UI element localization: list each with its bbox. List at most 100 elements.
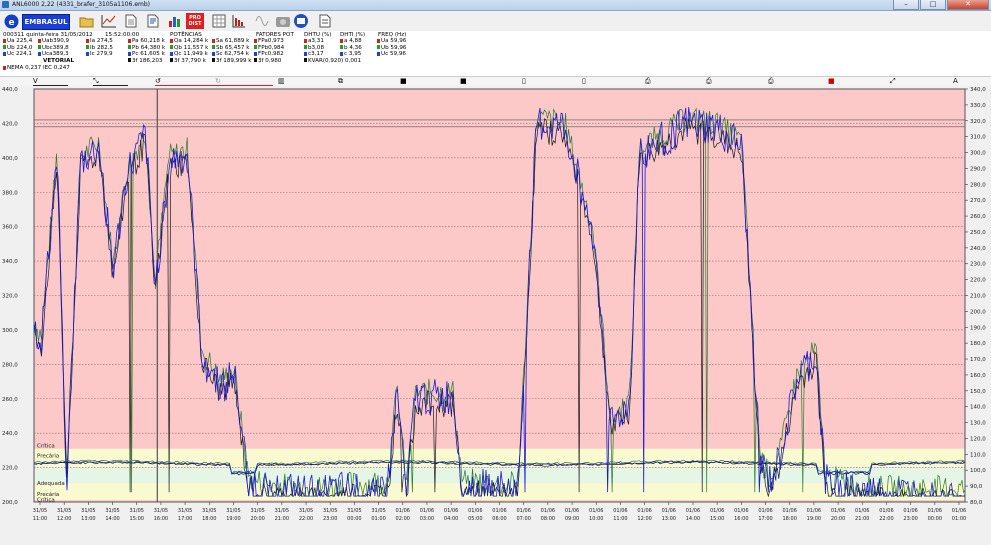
- marker-square-icon-2[interactable]: ■: [460, 77, 467, 86]
- x-time-label: 20:00: [250, 516, 264, 522]
- close-button[interactable]: ✕: [947, 0, 989, 10]
- prodist-button[interactable]: PRO DIST: [186, 13, 204, 29]
- vetorial-label: VETORIAL: [43, 57, 75, 64]
- current-axis-tab[interactable]: A: [953, 77, 958, 86]
- x-time-label: 12:00: [57, 516, 71, 522]
- x-time-label: 17:00: [178, 516, 192, 522]
- power-pa: Pa 60,218 k: [132, 38, 165, 45]
- printer-icon[interactable]: ⎙: [645, 77, 651, 86]
- marker-square-icon[interactable]: ■: [400, 77, 407, 86]
- table-icon[interactable]: [210, 13, 227, 29]
- pf-3f: 3f 0,980: [258, 57, 282, 64]
- camera-icon[interactable]: [274, 13, 291, 29]
- waveform-icon[interactable]: [254, 13, 271, 29]
- x-date-label: 01/06: [758, 508, 772, 514]
- printer-icon-3[interactable]: ⎙: [768, 77, 774, 86]
- x-time-label: 22:00: [879, 516, 893, 522]
- page-icon-2[interactable]: ▯: [582, 77, 586, 86]
- toolbar: e EMBRASUL PRO DIST: [0, 11, 991, 31]
- x-date-label: 01/06: [734, 508, 748, 514]
- y-right-tick-label: 170,0: [970, 357, 986, 363]
- x-date-label: 31/05: [57, 508, 71, 514]
- freq-uc: Uc 59,96: [381, 51, 406, 58]
- fatores-title: FATORES POT: [256, 32, 294, 38]
- x-date-label: 31/05: [130, 508, 144, 514]
- x-date-label: 01/06: [541, 508, 555, 514]
- x-time-label: 03:00: [420, 516, 434, 522]
- x-date-label: 01/06: [589, 508, 603, 514]
- zone-label: Crítica: [37, 443, 55, 450]
- x-date-label: 01/06: [516, 508, 530, 514]
- x-time-label: 13:00: [81, 516, 95, 522]
- x-time-label: 07:00: [516, 516, 530, 522]
- zoom-out-icon[interactable]: ⤢: [890, 77, 896, 86]
- x-time-label: 01:00: [371, 516, 385, 522]
- x-date-label: 31/05: [178, 508, 192, 514]
- x-date-label: 01/06: [831, 508, 845, 514]
- x-time-label: 09:00: [565, 516, 579, 522]
- chart-type-icon[interactable]: ▥: [278, 77, 285, 86]
- dhtu-title: DHTU (%): [304, 32, 332, 38]
- x-time-label: 12:00: [637, 516, 651, 522]
- chart-svg[interactable]: 440,0 420,0 400,0 380,0 360,0 340,0 320,0 300,0…: [0, 86, 991, 543]
- current-ic: Ic 279,9: [90, 51, 113, 58]
- y-left-tick-label: 200,0: [2, 500, 18, 506]
- reading-date: quinta-feira 31/05/2012: [26, 32, 93, 38]
- app-icon: [2, 1, 9, 8]
- help-icon[interactable]: [316, 13, 333, 29]
- x-time-label: 19:00: [226, 516, 240, 522]
- y-right-tick-label: 100,0: [970, 468, 986, 474]
- y-right-tick-label: 180,0: [970, 341, 986, 347]
- potencias-title: POTÊNCIAS: [170, 32, 202, 38]
- y-left-tick-label: 360,0: [2, 225, 18, 231]
- minimize-button[interactable]: –: [893, 0, 919, 10]
- freq-title: FREQ (Hz): [378, 32, 407, 38]
- x-time-label: 21:00: [855, 516, 869, 522]
- x-date-label: 31/05: [371, 508, 385, 514]
- y-left-tick-label: 220,0: [2, 466, 18, 472]
- voltage-uc: Uc 224,1: [7, 51, 32, 58]
- y-right-tick-label: 340,0: [970, 87, 986, 93]
- histogram-icon[interactable]: [230, 13, 247, 29]
- y-right-tick-label: 250,0: [970, 230, 986, 236]
- app-logo-icon[interactable]: e: [3, 13, 20, 29]
- y-right-tick-label: 290,0: [970, 166, 986, 172]
- bar-chart-icon[interactable]: [166, 13, 183, 29]
- y-left-tick-label: 320,0: [2, 294, 18, 300]
- report-icon[interactable]: [144, 13, 161, 29]
- x-time-label: 02:00: [396, 516, 410, 522]
- x-time-label: 13:00: [662, 516, 676, 522]
- current-ia: Ia 274,5: [90, 38, 113, 45]
- x-date-label: 01/06: [637, 508, 651, 514]
- x-time-label: 23:00: [323, 516, 337, 522]
- pf-a: FPa0,973: [258, 38, 284, 45]
- title-bar: ANL6000 2,22 (4331_brafer_3105a1106.emb)…: [0, 0, 991, 11]
- power-pb: Pb 64,380 k: [132, 44, 166, 51]
- voltage-chart[interactable]: 440,0 420,0 400,0 380,0 360,0 340,0 320,0 300,0…: [0, 86, 991, 543]
- print-icon[interactable]: [292, 13, 309, 29]
- document-icon[interactable]: [122, 13, 139, 29]
- window-title: ANL6000 2,22 (4331_brafer_3105a1106.emb): [12, 1, 151, 8]
- x-time-label: 11:00: [33, 516, 47, 522]
- record-icon[interactable]: ■: [828, 77, 835, 86]
- x-date-label: 31/05: [275, 508, 289, 514]
- y-left-tick-label: 300,0: [2, 328, 18, 334]
- reactive-q3f: 3f 37,790 k: [174, 57, 206, 64]
- x-time-label: 10:00: [589, 516, 603, 522]
- printer-icon-2[interactable]: ⎙: [706, 77, 712, 86]
- line-graph-icon[interactable]: [100, 13, 117, 29]
- x-time-label: 14:00: [686, 516, 700, 522]
- maximize-button[interactable]: □: [920, 0, 946, 10]
- x-time-label: 00:00: [347, 516, 361, 522]
- open-folder-icon[interactable]: [78, 13, 95, 29]
- brand-button[interactable]: EMBRASUL: [22, 14, 70, 30]
- y-right-tick-label: 330,0: [970, 103, 986, 109]
- y-right-tick-label: 270,0: [970, 198, 986, 204]
- page-icon[interactable]: ▯: [522, 77, 526, 86]
- copy-icon[interactable]: ⧉: [338, 77, 343, 86]
- x-time-label: 08:00: [541, 516, 555, 522]
- y-right-tick-label: 320,0: [970, 119, 986, 125]
- x-date-label: 01/06: [444, 508, 458, 514]
- x-date-label: 31/05: [250, 508, 264, 514]
- voltage-uab: Uab390,9: [42, 38, 70, 45]
